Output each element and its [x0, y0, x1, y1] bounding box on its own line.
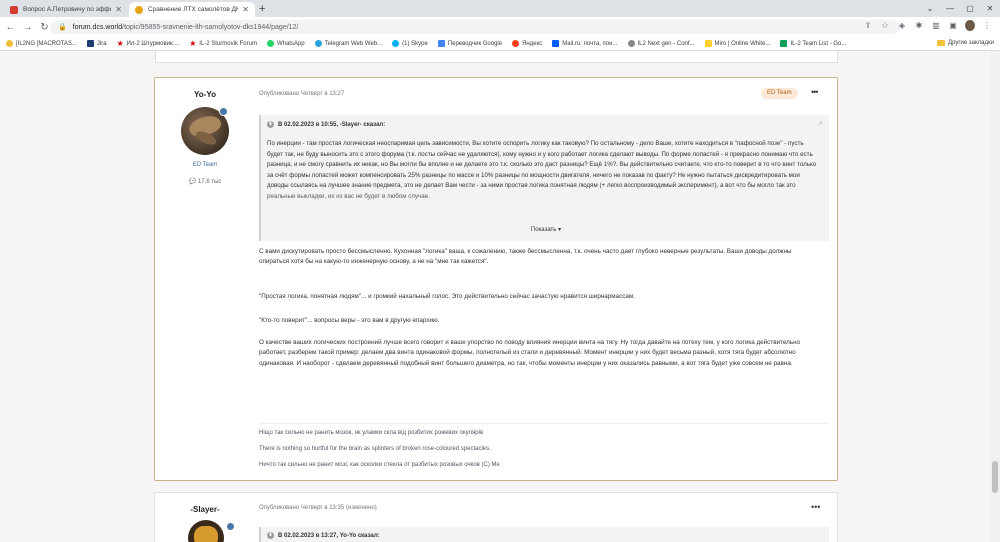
rank-badge-icon: [219, 107, 228, 116]
author-post-count: 💬 17,6 тыс: [188, 179, 222, 185]
sidebar-icon[interactable]: ▥: [931, 21, 941, 30]
translate-icon: [437, 40, 445, 47]
more-options-icon[interactable]: •••: [811, 87, 819, 97]
mailru-icon: [552, 40, 560, 47]
quote-fade: [261, 190, 829, 220]
sheets-icon: [780, 40, 788, 47]
bookmark-item[interactable]: Miro | Online White...: [704, 40, 770, 47]
other-bookmarks[interactable]: Другие закладки: [937, 40, 994, 46]
quote-arrow-icon[interactable]: ⬇: [267, 121, 274, 128]
confluence-icon: [627, 40, 635, 47]
bookmark-item[interactable]: Telegram Web Web...: [314, 40, 382, 47]
kebab-menu-icon[interactable]: ⋮: [982, 21, 992, 30]
close-icon[interactable]: ✕: [115, 5, 122, 14]
bookmark-item[interactable]: ★ Ил-2 Штурмовик:...: [116, 39, 180, 48]
lock-icon: 🔒: [58, 24, 67, 31]
bookmark-item[interactable]: IL-2 Team List - Go...: [780, 40, 846, 47]
miro-icon: [704, 40, 712, 47]
red-star-icon: ★: [189, 39, 197, 48]
bookmark-item[interactable]: IL2 Next gen - Conf...: [627, 40, 695, 47]
bookmark-item[interactable]: (1) Skype: [392, 40, 428, 47]
post-paragraph: "Кто-то поверит"... вопросы веры - это в…: [259, 317, 440, 324]
bookmark-item[interactable]: Mail.ru: почта, пои...: [552, 40, 618, 47]
menu-icon[interactable]: ▣: [948, 21, 958, 30]
close-icon[interactable]: ✕: [242, 5, 249, 14]
more-options-icon[interactable]: •••: [811, 502, 820, 512]
previous-post: [155, 51, 838, 63]
signature-divider: [259, 423, 829, 424]
puzzle-icon[interactable]: ✱: [914, 21, 924, 30]
avatar[interactable]: [188, 520, 224, 542]
signature-line: Ніщо так сильно не ранить мозок, як улам…: [259, 430, 484, 436]
avatar-image: [194, 526, 218, 542]
forward-icon[interactable]: →: [21, 22, 34, 33]
address-bar[interactable]: 🔒 forum.dcs.world/topic/95855-sravnenie-…: [50, 20, 900, 34]
signature-line: Ничто так сильно не ранит мозг, как оско…: [259, 462, 500, 468]
quote-header: ⬇ В 02.02.2023 в 10:55, -Slayer- сказал:: [267, 121, 386, 128]
caret-down-icon: ▾: [558, 227, 562, 233]
tab-bar: Вопрос А.Петровичу по эффект... ✕ Сравне…: [0, 0, 1000, 17]
red-favicon-icon: [10, 5, 18, 14]
scrollbar[interactable]: [990, 51, 1000, 542]
expand-quote-button[interactable]: Показать ▾: [261, 226, 829, 233]
chevron-down-icon[interactable]: ⌄: [920, 0, 940, 17]
forum-post: -Slayer- Опубликовано Четверг в 13:35 (и…: [154, 492, 838, 542]
telegram-icon: [314, 40, 322, 47]
share-link-icon[interactable]: ↗: [817, 120, 823, 128]
post-paragraph: "Простая логика, понятная людям"... и гр…: [259, 293, 636, 300]
folder-icon: [937, 40, 946, 46]
jira-icon: [86, 40, 94, 47]
bookmark-item[interactable]: ★ IL-2 Sturmovik Forum: [189, 39, 257, 48]
profile-avatar[interactable]: [965, 20, 975, 31]
scrollbar-thumb[interactable]: [992, 461, 998, 493]
red-star-icon: ★: [116, 39, 124, 48]
whatsapp-icon: [266, 40, 274, 47]
bookmark-icon: [6, 40, 13, 47]
bookmark-item[interactable]: [IL2NG [MACROTAS...: [6, 40, 77, 47]
quote-arrow-icon[interactable]: ⬇: [267, 532, 274, 539]
tab-title: Сравнение ЛТХ самолётов ДКС...: [148, 6, 239, 13]
tab-sravnenie[interactable]: Сравнение ЛТХ самолётов ДКС... ✕: [129, 2, 255, 17]
post-paragraph: О качестве ваших логических построений л…: [259, 339, 801, 367]
author-name[interactable]: Yo-Yo: [155, 90, 255, 99]
url-host: forum.dcs.world: [72, 23, 123, 31]
url-path: /topic/95855-sravnenie-lth-samolyotov-dk…: [122, 23, 299, 31]
tab-vopros[interactable]: Вопрос А.Петровичу по эффект... ✕: [4, 2, 128, 17]
post-date[interactable]: Опубликовано Четверг в 13:27: [259, 91, 344, 97]
signature-line: There is nothing so hurtful for the brai…: [259, 446, 491, 452]
bookmark-item[interactable]: Jira: [86, 40, 107, 47]
rank-badge-icon: [226, 522, 235, 531]
quote-block: ⬇ В 02.02.2023 в 10:55, -Slayer- сказал:…: [259, 115, 829, 241]
browser-toolbar: ← → ↻ 🔒 forum.dcs.world/topic/95855-srav…: [0, 17, 1000, 37]
forum-post: Yo-Yo ED Team 💬 17,6 тыс Опубликовано Чет…: [154, 77, 838, 481]
maximize-icon[interactable]: ▢: [960, 0, 980, 17]
author-group: ED Team: [192, 162, 218, 168]
post-date[interactable]: Опубликовано Четверг в 13:35 (изменено): [259, 505, 377, 511]
extension-icon[interactable]: ◈: [897, 21, 907, 30]
back-icon[interactable]: ←: [4, 22, 17, 33]
window-controls: ⌄ — ▢ ✕: [920, 0, 1000, 17]
forum-page: Yo-Yo ED Team 💬 17,6 тыс Опубликовано Чет…: [0, 51, 1000, 542]
comment-icon: 💬: [188, 179, 197, 185]
bookmark-item[interactable]: Яндекс: [512, 40, 542, 47]
window-close-icon[interactable]: ✕: [980, 0, 1000, 17]
quote-block: ⬇ В 02.02.2023 в 13:27, Yo-Yo сказал:: [259, 527, 829, 542]
yandex-icon: [512, 40, 520, 47]
author-column: Yo-Yo ED Team 💬 17,6 тыс: [155, 78, 255, 185]
dcs-favicon-icon: [135, 5, 143, 14]
tab-title: Вопрос А.Петровичу по эффект...: [23, 6, 111, 13]
share-icon[interactable]: ⇪: [863, 21, 873, 30]
bookmark-item[interactable]: Переводчик Google: [437, 40, 502, 47]
post-paragraph: С вами дискутировать просто бессмысленно…: [259, 248, 792, 266]
toolbar-actions: ⇪ ☆ ◈ ✱ ▥ ▣ ⋮: [863, 20, 992, 31]
author-name[interactable]: -Slayer-: [155, 505, 255, 514]
skype-icon: [392, 40, 400, 47]
bookmarks-bar: [IL2NG [MACROTAS... Jira ★ Ил-2 Штурмовик…: [0, 37, 1000, 51]
star-icon[interactable]: ☆: [880, 21, 890, 30]
new-tab-icon[interactable]: +: [259, 3, 265, 15]
quote-header: ⬇ В 02.02.2023 в 13:27, Yo-Yo сказал:: [267, 532, 380, 539]
status-badge: ED Team: [761, 88, 798, 99]
bookmark-item[interactable]: WhatsApp: [266, 40, 305, 47]
minimize-icon[interactable]: —: [940, 0, 960, 17]
